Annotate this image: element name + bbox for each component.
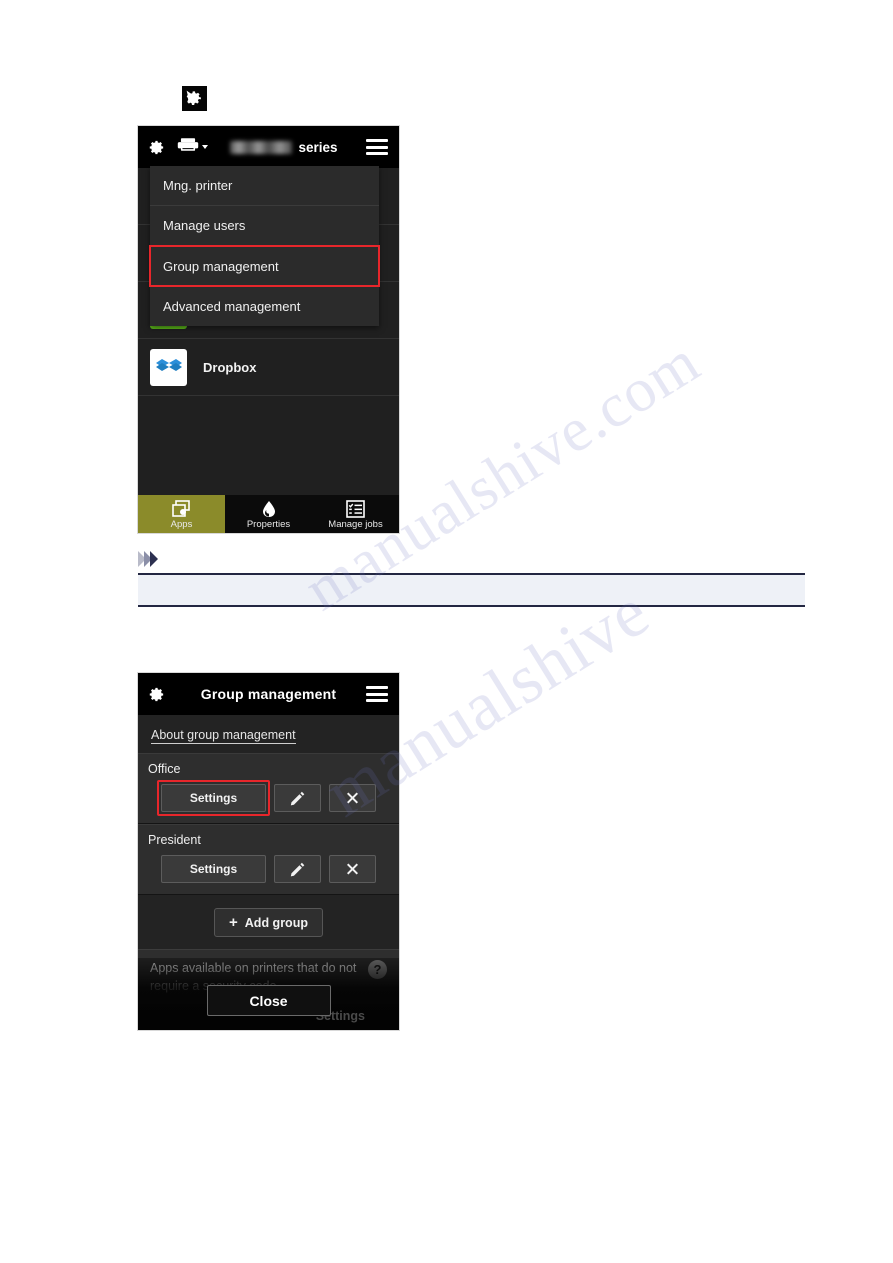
- gear-icon[interactable]: [147, 685, 166, 704]
- series-word: series: [298, 139, 338, 155]
- group-management-topbar: Group management: [138, 673, 399, 715]
- menu-item-label: Manage users: [163, 218, 246, 233]
- menu-item-label: Group management: [163, 258, 279, 274]
- printer-model-redacted: [230, 140, 293, 154]
- about-group-management-link[interactable]: About group management: [138, 715, 399, 753]
- settings-dropdown-menu: Mng. printer Manage users Group manageme…: [149, 166, 380, 326]
- list-item[interactable]: Dropbox: [138, 339, 399, 396]
- menu-item-label: Mng. printer: [163, 178, 233, 193]
- add-group-row: + Add group: [138, 895, 399, 949]
- gear-icon[interactable]: [147, 138, 166, 157]
- menu-item-group-management[interactable]: Group management: [149, 245, 380, 287]
- menu-item-label: Advanced management: [163, 298, 301, 314]
- printer-series-label: series: [202, 140, 366, 155]
- office-delete-button[interactable]: [329, 784, 376, 812]
- triple-chevron-icon: [138, 551, 805, 567]
- president-edit-button[interactable]: [274, 855, 321, 883]
- close-button[interactable]: Close: [206, 985, 331, 1016]
- settings-label: Settings: [189, 862, 238, 876]
- group-name: Office: [148, 762, 181, 776]
- page-title: Group management: [200, 686, 337, 702]
- tab-apps[interactable]: Apps: [138, 495, 225, 533]
- tab-label: Apps: [170, 518, 193, 530]
- tab-label: Properties: [246, 518, 291, 530]
- group-management-body: About group management Office Settings P…: [138, 715, 399, 1030]
- close-x-icon: [345, 862, 360, 877]
- office-settings-button[interactable]: Settings: [157, 780, 270, 816]
- about-group-management-label: About group management: [151, 728, 296, 744]
- menu-item-mng-printer[interactable]: Mng. printer: [150, 166, 379, 206]
- pencil-icon: [289, 861, 306, 878]
- group-actions: Settings: [148, 855, 389, 883]
- screenshot-group-management: Group management About group management …: [138, 673, 399, 1030]
- note-body: [138, 573, 805, 607]
- menu-item-manage-users[interactable]: Manage users: [150, 206, 379, 246]
- screenshot-apps-screen: series Facebook: [138, 126, 399, 533]
- tab-properties[interactable]: Properties: [225, 495, 312, 533]
- president-delete-button[interactable]: [329, 855, 376, 883]
- ink-drop-icon: [261, 499, 277, 518]
- office-edit-button[interactable]: [274, 784, 321, 812]
- add-group-button[interactable]: + Add group: [214, 908, 323, 937]
- note-callout: [138, 551, 805, 607]
- apps-icon: [171, 499, 192, 518]
- printer-icon: [177, 137, 199, 157]
- close-button-row: Close: [138, 985, 399, 1016]
- settings-label: Settings: [189, 791, 238, 805]
- apps-topbar: series: [138, 126, 399, 168]
- tab-label: Manage jobs: [328, 518, 383, 530]
- job-list-icon: [346, 499, 365, 518]
- close-x-icon: [345, 791, 360, 806]
- group-actions: Settings: [148, 780, 389, 816]
- hamburger-menu-icon[interactable]: [366, 139, 388, 155]
- group-name: President: [148, 833, 201, 847]
- gear-icon: [182, 86, 207, 111]
- pencil-icon: [289, 790, 306, 807]
- list-item-label: Dropbox: [203, 359, 257, 375]
- menu-item-advanced-management[interactable]: Advanced management: [150, 286, 379, 326]
- add-group-label: Add group: [244, 915, 308, 930]
- group-card-president: President Settings: [138, 824, 399, 895]
- group-card-office: Office Settings: [138, 753, 399, 824]
- plus-icon: +: [229, 914, 238, 931]
- tab-manage-jobs[interactable]: Manage jobs: [312, 495, 399, 533]
- close-label: Close: [249, 992, 288, 1009]
- hamburger-menu-icon[interactable]: [366, 686, 388, 702]
- president-settings-button[interactable]: Settings: [161, 855, 266, 883]
- bottom-tab-bar: Apps Properties Manage jobs: [138, 495, 399, 533]
- dropbox-icon: [150, 348, 187, 386]
